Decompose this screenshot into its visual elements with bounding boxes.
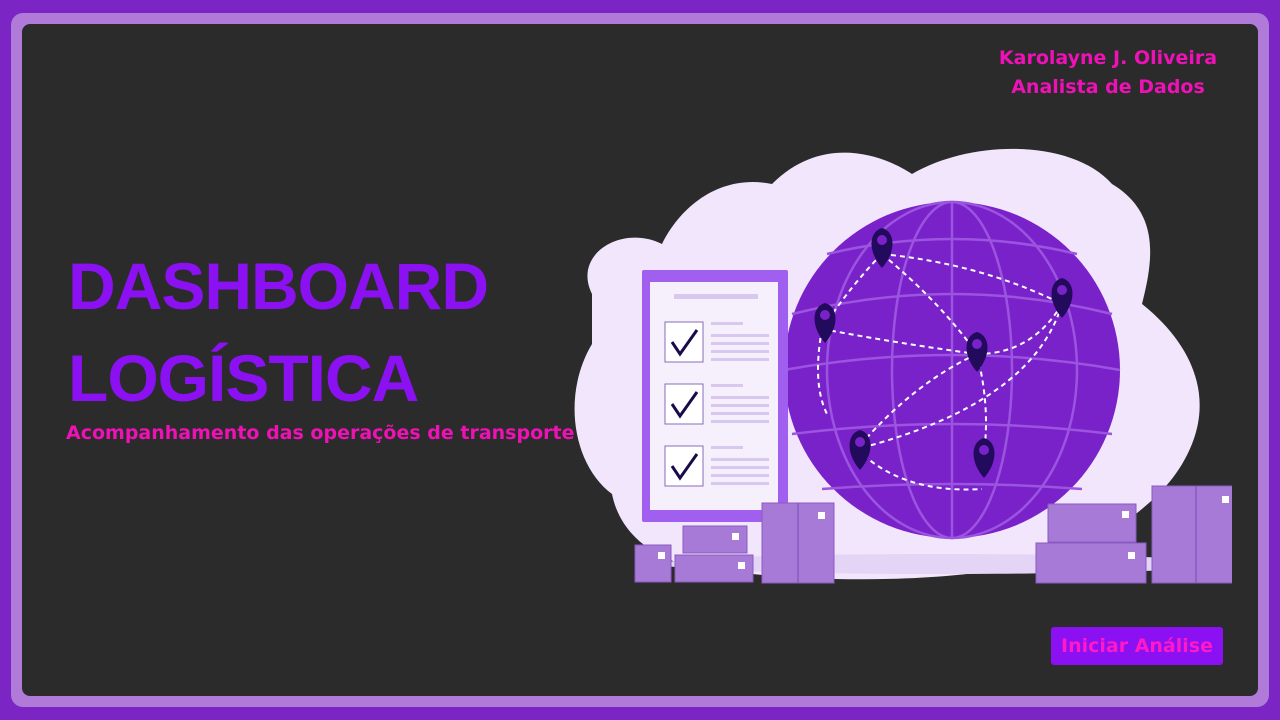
page-subtitle: Acompanhamento das operações de transpor… <box>66 422 575 444</box>
start-analysis-button[interactable]: Iniciar Análise <box>1051 627 1223 665</box>
title-line-1: DASHBOARD <box>68 249 489 323</box>
checklist-icon <box>642 270 788 522</box>
author-name: Karolayne J. Oliveira <box>998 47 1218 69</box>
author-role: Analista de Dados <box>1011 76 1205 98</box>
logistics-illustration <box>574 148 1232 584</box>
title-line-2: LOGÍSTICA <box>68 341 419 415</box>
author-info: Karolayne J. Oliveira Analista de Dados <box>978 44 1238 102</box>
main-panel: Karolayne J. Oliveira Analista de Dados … <box>22 24 1258 696</box>
page-title: DASHBOARD LOGÍSTICA <box>68 240 489 424</box>
globe-icon <box>783 200 1121 540</box>
